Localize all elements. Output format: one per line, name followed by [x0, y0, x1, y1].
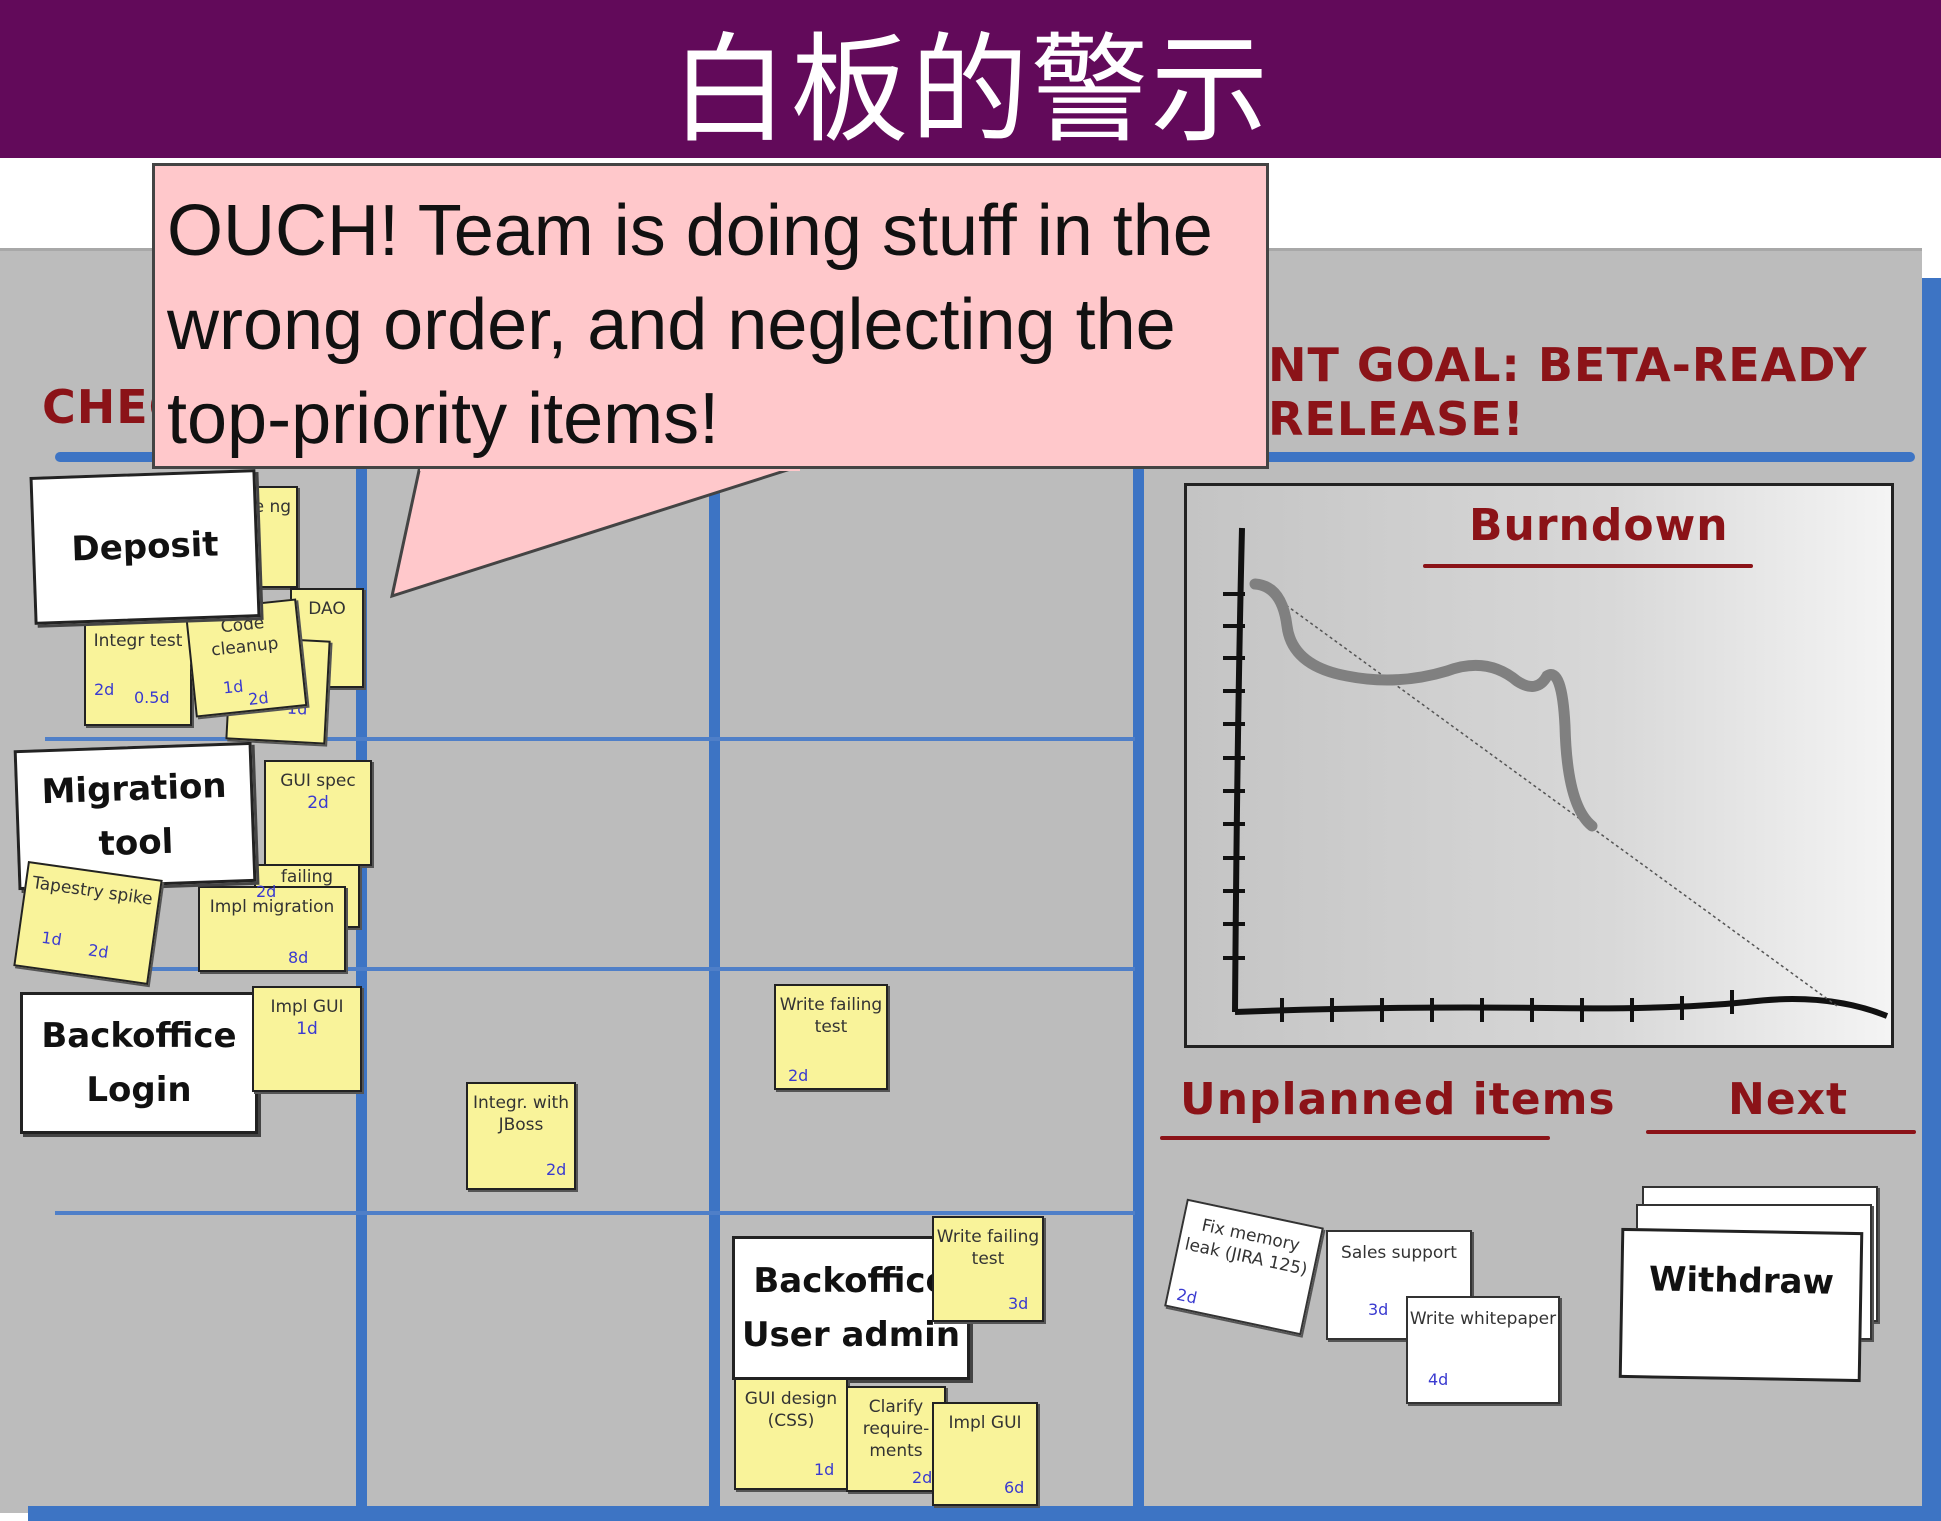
warning-callout: OUCH! Team is doing stuff in the wrong o…	[152, 163, 1269, 469]
